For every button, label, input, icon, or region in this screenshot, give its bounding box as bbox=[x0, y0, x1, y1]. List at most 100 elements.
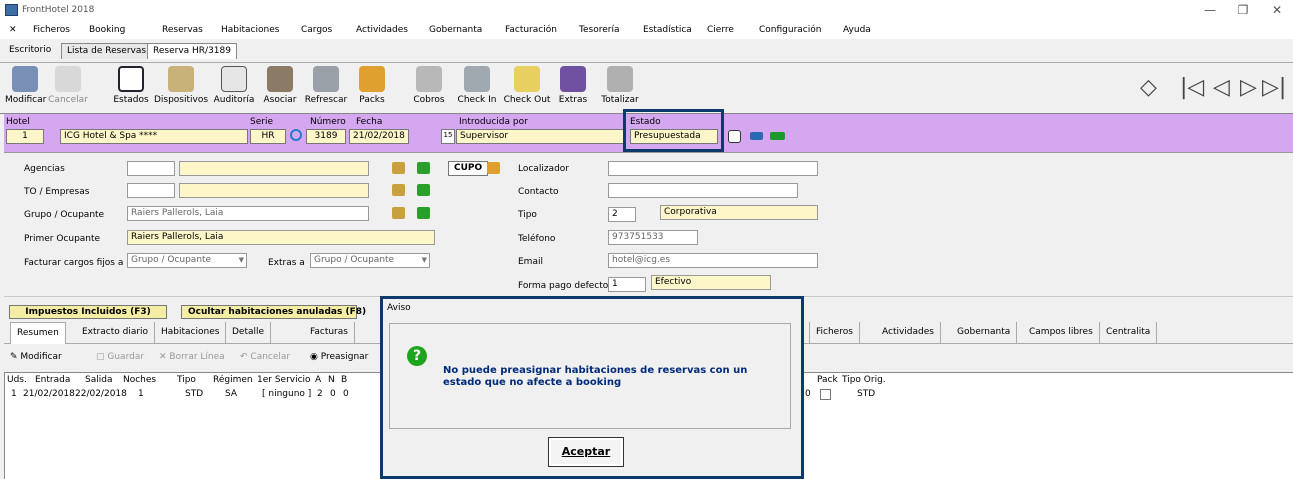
grid-borrar-button[interactable]: ✕ Borrar Línea bbox=[159, 352, 225, 362]
menu-ficheros[interactable]: Ficheros bbox=[33, 25, 70, 35]
menu-tesoreria[interactable]: Tesorería bbox=[579, 25, 619, 35]
auditoria-button[interactable]: Auditoría bbox=[212, 65, 256, 113]
table-cell[interactable]: 1 bbox=[11, 389, 17, 399]
green-tag-icon[interactable] bbox=[417, 184, 430, 196]
totalizar-button[interactable]: Totalizar bbox=[598, 65, 642, 113]
telefono-field[interactable]: 973751533 bbox=[608, 230, 698, 245]
menu-close-icon[interactable]: ✕ bbox=[9, 25, 17, 35]
menu-ayuda[interactable]: Ayuda bbox=[843, 25, 871, 35]
green-tag-icon[interactable] bbox=[417, 162, 430, 174]
col-header[interactable]: Pack bbox=[817, 375, 838, 385]
table-cell[interactable]: 0 bbox=[805, 389, 811, 399]
extras-button[interactable]: Extras bbox=[555, 65, 591, 113]
search-icon[interactable] bbox=[290, 129, 302, 141]
col-header[interactable]: N bbox=[328, 375, 335, 385]
table-cell[interactable]: 2 bbox=[317, 389, 323, 399]
asociar-button[interactable]: Asociar bbox=[260, 65, 300, 113]
grid-preasignar-button[interactable]: ◉ Preasignar bbox=[310, 352, 368, 362]
tab-resumen[interactable]: Resumen bbox=[10, 322, 66, 344]
menu-estadistica[interactable]: Estadística bbox=[643, 25, 692, 35]
green-tag-icon[interactable] bbox=[417, 207, 430, 219]
calendar-icon[interactable]: 15 bbox=[441, 129, 455, 144]
modificar-button[interactable]: Modificar bbox=[5, 65, 46, 113]
tab-campos-libres[interactable]: Campos libres bbox=[1023, 322, 1100, 344]
money-icon[interactable] bbox=[770, 132, 785, 140]
checkout-button[interactable]: Check Out bbox=[502, 65, 552, 113]
primer-ocupante-field[interactable]: Raiers Pallerols, Laia bbox=[127, 230, 435, 245]
table-cell[interactable]: SA bbox=[225, 389, 237, 399]
table-cell[interactable]: [ ninguno ] bbox=[262, 389, 311, 399]
col-header[interactable]: B bbox=[341, 375, 347, 385]
menu-configuracion[interactable]: Configuración bbox=[759, 25, 821, 35]
table-cell[interactable]: 22/02/2018 bbox=[75, 389, 127, 399]
aceptar-button[interactable]: Aceptar bbox=[548, 437, 624, 467]
tab-ficheros[interactable]: Ficheros bbox=[809, 322, 860, 344]
col-header[interactable]: Entrada bbox=[35, 375, 70, 385]
grupo-field[interactable]: Raiers Pallerols, Laia bbox=[127, 206, 369, 221]
binoculars-icon[interactable] bbox=[392, 184, 405, 196]
tab-escritorio[interactable]: Escritorio bbox=[4, 43, 56, 59]
forma-pago-name-field[interactable]: Efectivo bbox=[651, 275, 771, 290]
card-icon[interactable] bbox=[750, 132, 763, 140]
tab-lista-reservas[interactable]: Lista de Reservas bbox=[61, 43, 153, 59]
cupo-icon[interactable] bbox=[487, 162, 500, 174]
binoculars-icon[interactable] bbox=[392, 162, 405, 174]
tab-centralita[interactable]: Centralita bbox=[1100, 322, 1158, 344]
to-code-field[interactable] bbox=[127, 183, 175, 198]
cancelar-button[interactable]: Cancelar bbox=[48, 65, 88, 113]
agencias-code-field[interactable] bbox=[127, 161, 175, 176]
hotel-code-field[interactable]: 1 bbox=[6, 129, 44, 144]
close-button[interactable]: ✕ bbox=[1262, 2, 1292, 19]
col-header[interactable]: Noches bbox=[123, 375, 156, 385]
estados-button[interactable]: Estados bbox=[111, 65, 151, 113]
col-header[interactable]: Tipo bbox=[177, 375, 196, 385]
tipo-name-field[interactable]: Corporativa bbox=[660, 205, 818, 220]
menu-actividades[interactable]: Actividades bbox=[356, 25, 408, 35]
next-record-button[interactable]: ▷ bbox=[1240, 77, 1257, 99]
col-header[interactable]: Uds. bbox=[7, 375, 27, 385]
table-cell[interactable]: STD bbox=[857, 389, 875, 399]
col-header[interactable]: Régimen bbox=[213, 375, 253, 385]
extras-select[interactable]: Grupo / Ocupante ▼ bbox=[310, 253, 430, 268]
impuestos-button[interactable]: Impuestos Incluidos (F3) bbox=[9, 305, 167, 319]
menu-cargos[interactable]: Cargos bbox=[301, 25, 332, 35]
hotel-name-field[interactable]: ICG Hotel & Spa **** bbox=[60, 129, 248, 144]
tipo-code-field[interactable]: 2 bbox=[608, 207, 636, 222]
fecha-field[interactable]: 21/02/2018 bbox=[349, 129, 409, 144]
tab-detalle[interactable]: Detalle bbox=[226, 322, 272, 344]
cobros-button[interactable]: Cobros bbox=[409, 65, 449, 113]
status-icon[interactable] bbox=[728, 130, 741, 143]
table-cell[interactable]: STD bbox=[185, 389, 203, 399]
numero-field[interactable]: 3189 bbox=[306, 129, 346, 144]
menu-habitaciones[interactable]: Habitaciones bbox=[221, 25, 279, 35]
ocultar-anuladas-button[interactable]: Ocultar habitaciones anuladas (F8) bbox=[181, 305, 366, 319]
forma-pago-code-field[interactable]: 1 bbox=[608, 277, 646, 292]
last-record-button[interactable]: ▷| bbox=[1262, 77, 1286, 99]
col-header[interactable]: Salida bbox=[85, 375, 112, 385]
cupo-button[interactable]: CUPO bbox=[448, 161, 489, 176]
col-header[interactable]: Tipo Orig. bbox=[842, 375, 886, 385]
table-cell[interactable]: 21/02/2018 bbox=[23, 389, 75, 399]
checkin-button[interactable]: Check In bbox=[455, 65, 499, 113]
prev-record-button[interactable]: ◁ bbox=[1213, 77, 1230, 99]
grid-cancelar-button[interactable]: ↶ Cancelar bbox=[240, 352, 290, 362]
table-cell[interactable]: 0 bbox=[343, 389, 349, 399]
tab-extracto-diario[interactable]: Extracto diario bbox=[76, 322, 156, 344]
introducida-field[interactable]: Supervisor bbox=[456, 129, 626, 144]
menu-gobernanta[interactable]: Gobernanta bbox=[429, 25, 482, 35]
email-field[interactable]: hotel@icg.es bbox=[608, 253, 818, 268]
minimize-button[interactable]: — bbox=[1195, 2, 1225, 19]
grid-modificar-button[interactable]: ✎ Modificar bbox=[10, 352, 62, 362]
binoculars-icon[interactable] bbox=[392, 207, 405, 219]
facturar-select[interactable]: Grupo / Ocupante ▼ bbox=[127, 253, 247, 268]
table-cell[interactable]: 1 bbox=[138, 389, 144, 399]
menu-facturacion[interactable]: Facturación bbox=[505, 25, 557, 35]
first-record-button[interactable]: |◁ bbox=[1180, 77, 1204, 99]
maximize-button[interactable]: ❐ bbox=[1228, 2, 1258, 19]
diamond-icon[interactable]: ◇ bbox=[1140, 77, 1157, 99]
tab-habitaciones[interactable]: Habitaciones bbox=[155, 322, 227, 344]
grid-guardar-button[interactable]: ▢ Guardar bbox=[96, 352, 144, 362]
contacto-field[interactable] bbox=[608, 183, 798, 198]
tab-gobernanta[interactable]: Gobernanta bbox=[951, 322, 1018, 344]
tab-actividades[interactable]: Actividades bbox=[876, 322, 941, 344]
